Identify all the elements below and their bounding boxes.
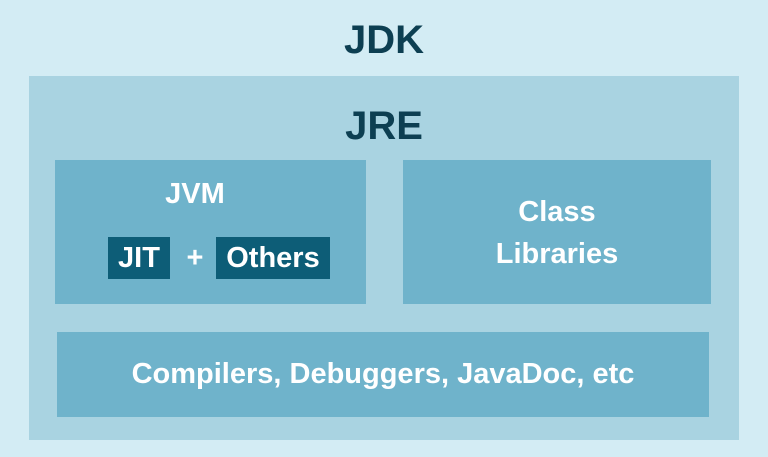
jre-title: JRE xyxy=(345,104,423,148)
jvm-title: JVM xyxy=(165,178,225,210)
class-libraries-box: Class Libraries xyxy=(403,160,711,304)
tools-box: Compilers, Debuggers, JavaDoc, etc xyxy=(57,332,709,417)
jvm-box: JVM JIT + Others xyxy=(55,160,366,304)
jdk-title: JDK xyxy=(343,18,425,62)
jre-box: JRE JVM JIT + Others Class Libraries Com… xyxy=(29,76,739,440)
tools-label: Compilers, Debuggers, JavaDoc, etc xyxy=(131,358,635,390)
others-chip: Others xyxy=(216,237,330,279)
jit-chip: JIT xyxy=(108,237,170,279)
plus-sign: + xyxy=(186,242,204,274)
class-libraries-label: Class Libraries xyxy=(495,196,619,270)
